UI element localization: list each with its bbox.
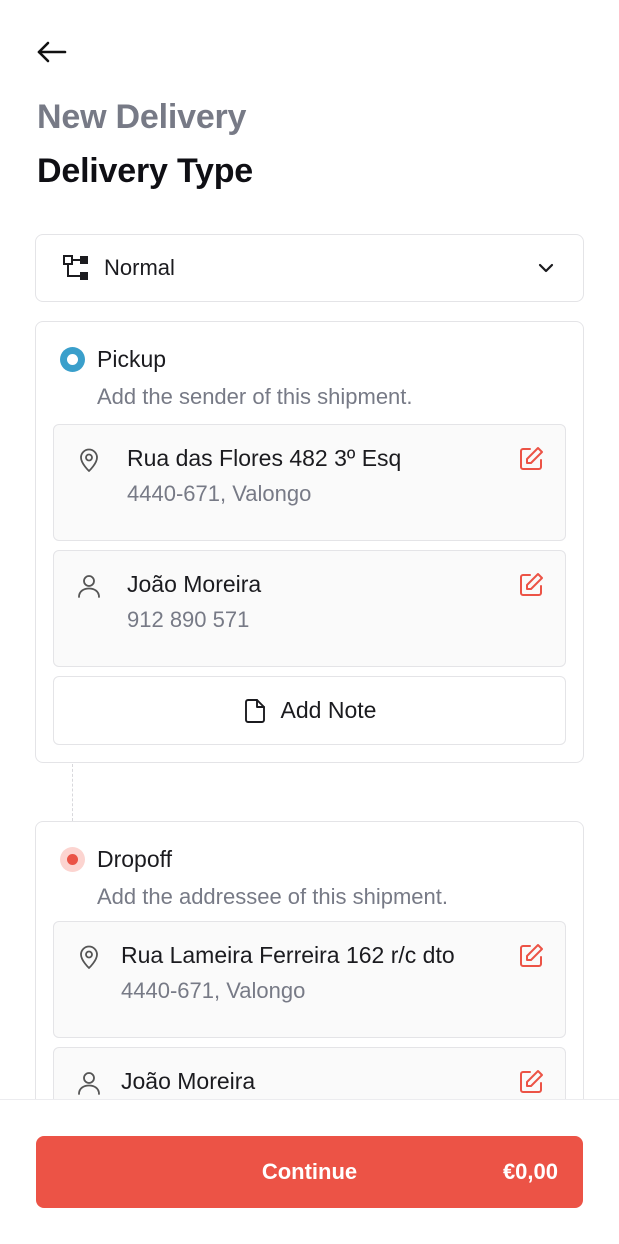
- footer-bar: Continue €0,00: [0, 1099, 619, 1244]
- file-icon: [244, 698, 265, 723]
- dropoff-description: Add the addressee of this shipment.: [97, 884, 448, 909]
- continue-button[interactable]: Continue €0,00: [36, 1136, 583, 1208]
- total-price: €0,00: [502, 1159, 558, 1184]
- delivery-type-value: Normal: [104, 255, 175, 280]
- pickup-section: Pickup Add the sender of this shipment. …: [35, 321, 584, 763]
- pickup-description: Add the sender of this shipment.: [97, 384, 413, 409]
- page-subtitle: New Delivery: [37, 98, 247, 136]
- pickup-address-postal: 4440-671, Valongo: [127, 481, 312, 506]
- arrow-left-icon: [37, 41, 67, 63]
- page-title: Delivery Type: [37, 152, 253, 190]
- add-note-button[interactable]: Add Note: [53, 676, 566, 745]
- edit-icon[interactable]: [517, 942, 545, 970]
- pickup-contact-card[interactable]: João Moreira 912 890 571: [53, 550, 566, 667]
- dropoff-contact-name: João Moreira: [121, 1068, 256, 1094]
- map-pin-icon: [80, 945, 98, 969]
- workflow-icon: [63, 255, 88, 280]
- dropoff-status-dot: [60, 847, 85, 872]
- dropoff-header: Dropoff: [60, 846, 172, 873]
- edit-icon[interactable]: [517, 571, 545, 599]
- user-icon: [78, 1072, 100, 1095]
- pickup-address-card[interactable]: Rua das Flores 482 3º Esq 4440-671, Valo…: [53, 424, 566, 541]
- pickup-contact-phone: 912 890 571: [127, 607, 250, 632]
- pickup-address-street: Rua das Flores 482 3º Esq: [127, 445, 402, 471]
- user-icon: [78, 575, 100, 598]
- chevron-down-icon: [538, 263, 554, 273]
- map-pin-icon: [80, 448, 98, 472]
- pickup-status-dot: [60, 347, 85, 372]
- back-button[interactable]: [34, 34, 70, 70]
- pickup-header: Pickup: [60, 346, 166, 373]
- edit-icon[interactable]: [517, 1068, 545, 1096]
- continue-label: Continue: [261, 1159, 358, 1184]
- edit-icon[interactable]: [517, 445, 545, 473]
- route-connector: [72, 764, 73, 821]
- dropoff-address-card[interactable]: Rua Lameira Ferreira 162 r/c dto 4440-67…: [53, 921, 566, 1038]
- dropoff-address-street: Rua Lameira Ferreira 162 r/c dto: [121, 942, 455, 968]
- pickup-title: Pickup: [97, 346, 167, 372]
- pickup-contact-name: João Moreira: [127, 571, 262, 597]
- dropoff-address-postal: 4440-671, Valongo: [121, 978, 306, 1003]
- add-note-label: Add Note: [280, 697, 377, 723]
- dropoff-title: Dropoff: [97, 846, 173, 872]
- delivery-type-select[interactable]: Normal: [35, 234, 584, 302]
